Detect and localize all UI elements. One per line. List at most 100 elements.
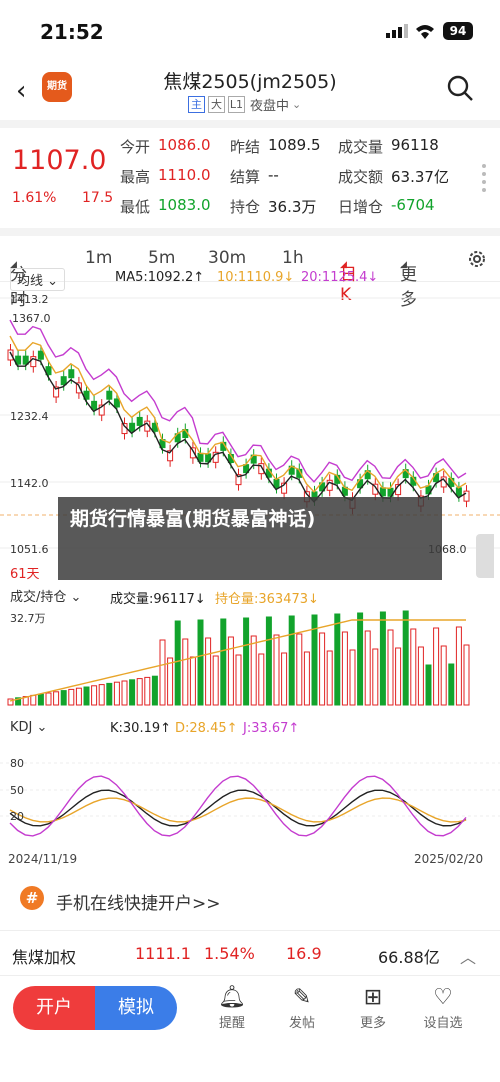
divider [0, 228, 500, 236]
kdj-chart[interactable] [0, 738, 500, 848]
volume-bar [45, 692, 52, 706]
nav-alert[interactable]: 🔔︎ 提醒 [207, 984, 257, 1031]
kdj-indicator-select[interactable]: KDJ ⌄ [10, 720, 47, 735]
last-price: 1107.0 [12, 145, 107, 176]
days-count: 61天 [10, 567, 40, 582]
volume-bar [68, 688, 75, 706]
clock: 21:52 [40, 20, 104, 44]
simulate-button[interactable]: 模拟 [95, 986, 177, 1030]
y-label-top: 1413.2 [10, 293, 49, 306]
volume-bar [129, 679, 136, 706]
volume-bar [235, 654, 242, 706]
quote-field: 结算 -- [230, 166, 279, 186]
volume-bar [91, 685, 98, 706]
candle [455, 487, 462, 497]
volume-bar [319, 632, 326, 706]
weighted-price: 1111.1 [135, 944, 191, 963]
chevron-down-icon[interactable]: ⌄ [292, 98, 301, 111]
volume-indicator-select[interactable]: 成交/持仓 ⌄ [10, 586, 81, 605]
settings-gear-icon[interactable] [466, 248, 488, 270]
kdj-y-label: 50 [10, 784, 24, 797]
weighted-name: 焦煤加权 [12, 948, 77, 967]
volume-bar [341, 631, 348, 706]
volume-bar [136, 678, 143, 706]
candle [273, 478, 280, 488]
kdj-k-label: K:30.19↑ [110, 721, 172, 736]
quote-field: 持仓 36.3万 [230, 198, 317, 216]
quote-panel: 1107.0 1.61% 17.5 今开 1086.0 昨结 1089.5 成交量 9… [0, 128, 500, 228]
more-dots-icon[interactable] [480, 162, 488, 202]
volume-bar [144, 676, 151, 706]
caption-overlay: 期货行情暴富(期货暴富神话) [58, 497, 442, 580]
signal-icon [386, 24, 408, 38]
weighted-amount: 66.88亿 [378, 948, 440, 967]
volume-bar [151, 675, 158, 706]
session-status[interactable]: 夜盘中 [250, 95, 289, 114]
tab-30m[interactable]: 30m [208, 248, 246, 268]
candle [68, 369, 75, 379]
open-account-button[interactable]: 开户 [13, 986, 95, 1030]
candle [106, 390, 113, 400]
volume-bar [174, 620, 181, 706]
search-icon[interactable] [446, 74, 474, 102]
volume-bar [417, 646, 424, 706]
date-start: 2024/11/19 [8, 852, 78, 866]
nav-watchlist[interactable]: ♡ 设自选 [418, 984, 468, 1031]
volume-bar [227, 636, 234, 706]
volume-bar [30, 694, 37, 706]
main-indicator-select[interactable]: 均线 ⌄ [10, 268, 66, 291]
ma20-label: 20:1125.4↓ [301, 270, 379, 285]
tab-5m[interactable]: 5m [148, 248, 175, 268]
candle [37, 350, 44, 360]
volume-bar [440, 645, 447, 706]
chevron-up-icon[interactable]: ︿ [460, 944, 476, 968]
volume-bar [372, 648, 379, 706]
volume-bar [395, 647, 402, 706]
volume-bar [448, 663, 455, 706]
volume-bar [258, 653, 265, 706]
volume-bar [60, 690, 67, 706]
weighted-change: 16.9 [286, 944, 322, 963]
heart-plus-icon: ♡ [433, 985, 453, 1010]
nav-more[interactable]: ⊞ 更多 [348, 984, 398, 1031]
volume-bar [250, 635, 257, 706]
weighted-index-row[interactable]: 焦煤加权 1111.1 1.54% 16.9 66.88亿 ︿ [0, 930, 500, 974]
grid-icon: ⊞ [363, 985, 383, 1010]
volume-bar [364, 630, 371, 706]
volume-bar [463, 644, 470, 706]
ma10-line [9, 335, 467, 493]
wifi-icon [416, 25, 434, 39]
collapse-handle[interactable] [476, 534, 494, 578]
tab-1h[interactable]: 1h [282, 248, 304, 268]
quote-field: 成交额 63.37亿 [338, 168, 449, 186]
nav-post[interactable]: ✎ 发帖 [277, 984, 327, 1031]
kdj-d-label: D:28.45↑ [175, 721, 238, 736]
volume-bar [220, 618, 227, 706]
y-label: 1232.4 [10, 410, 49, 423]
weighted-pct: 1.54% [204, 944, 255, 963]
hash-icon: # [20, 886, 44, 910]
tab-1m[interactable]: 1m [85, 248, 112, 268]
tag-main: 主 [188, 96, 205, 113]
tag-level1: L1 [228, 96, 245, 113]
ma5-label: MA5:1092.2↑ [115, 270, 205, 285]
caret-icon: ◢ [340, 260, 347, 270]
volume-bar [159, 639, 166, 706]
volume-bar [387, 629, 394, 706]
volume-bar [334, 613, 341, 706]
volume-bar [425, 664, 432, 706]
quote-field: 日增仓 -6704 [338, 196, 435, 216]
kdj-j-label: J:33.67↑ [243, 721, 300, 736]
y-label: 1142.0 [10, 477, 49, 490]
open-account-banner[interactable]: # 手机在线快捷开户>> [0, 878, 500, 924]
volume-bar [37, 693, 44, 706]
volume-bar [98, 684, 105, 706]
volume-bar [212, 655, 219, 706]
volume-bar [288, 615, 295, 706]
volume-chart[interactable] [0, 605, 500, 715]
change-value: 17.5 [82, 190, 114, 206]
volume-bar [433, 627, 440, 706]
y-label-bottom: 1051.6 [10, 543, 49, 556]
candle [463, 490, 470, 502]
kdj-y-label: 80 [10, 757, 24, 770]
